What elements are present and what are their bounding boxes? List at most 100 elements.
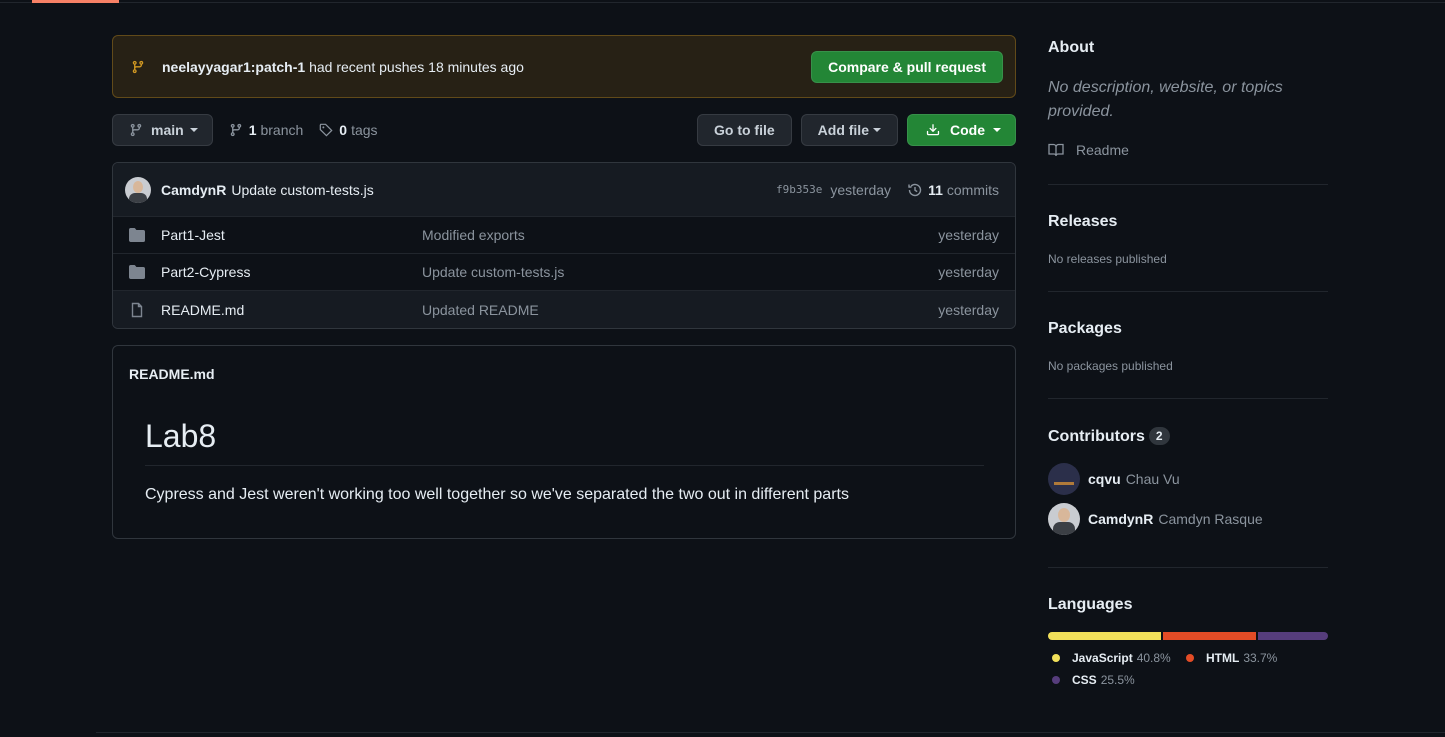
code-button[interactable]: Code: [907, 114, 1016, 146]
top-nav-underline: [0, 0, 1445, 3]
readme-file-title[interactable]: README.md: [129, 366, 215, 382]
branch-count: 1: [248, 122, 257, 138]
about-description: No description, website, or topics provi…: [1048, 79, 1283, 120]
file-row[interactable]: Part1-Jest Modified exports yesterday: [113, 217, 1015, 254]
file-date: yesterday: [938, 264, 999, 280]
compare-pull-request-button[interactable]: Compare & pull request: [811, 50, 1003, 83]
commit-count: 11: [928, 181, 943, 198]
latest-commit-row: CamdynR Update custom-tests.js f9b353e y…: [113, 163, 1015, 217]
commit-message[interactable]: Update custom-tests.js: [231, 182, 373, 198]
language-bar-segment: [1257, 632, 1328, 640]
file-commit-message[interactable]: Updated README: [422, 302, 539, 318]
file-name[interactable]: Part1-Jest: [161, 227, 422, 243]
banner-text: neelayyagar1:patch-1 had recent pushes 1…: [162, 59, 524, 75]
chevron-down-icon: [873, 128, 881, 132]
history-icon: [908, 183, 922, 196]
footer-divider: [96, 732, 1445, 733]
branch-label: branch: [260, 122, 304, 138]
recent-push-banner: neelayyagar1:patch-1 had recent pushes 1…: [112, 35, 1016, 98]
git-branch-icon: [130, 123, 142, 137]
book-icon: [1048, 143, 1064, 157]
file-row[interactable]: Part2-Cypress Update custom-tests.js yes…: [113, 254, 1015, 291]
chevron-down-icon: [189, 128, 198, 132]
commit-sha[interactable]: f9b353e: [776, 183, 822, 196]
file-listing: CamdynR Update custom-tests.js f9b353e y…: [112, 162, 1016, 329]
releases-text: No releases published: [1048, 252, 1167, 266]
file-name[interactable]: README.md: [161, 302, 422, 318]
folder-icon: [129, 265, 145, 279]
file-commit-message[interactable]: Update custom-tests.js: [422, 264, 564, 280]
go-to-file-button[interactable]: Go to file: [696, 114, 792, 146]
readme-heading: Lab8: [145, 418, 984, 466]
divider: [1048, 184, 1328, 185]
file-row[interactable]: README.md Updated README yesterday: [113, 291, 1015, 328]
language-name: CSS: [1072, 673, 1097, 687]
languages-title: Languages: [1048, 596, 1133, 613]
git-branch-icon: [132, 60, 144, 73]
avatar: [1048, 503, 1080, 535]
commit-time: yesterday: [830, 181, 892, 198]
branches-link[interactable]: 1 branch: [229, 122, 304, 138]
language-percent: 33.7%: [1243, 651, 1278, 665]
language-bar-segment: [1048, 632, 1161, 640]
contributor-login: cqvu: [1088, 471, 1121, 487]
contributor-login: CamdynR: [1088, 511, 1154, 527]
tag-count: 0: [339, 122, 348, 138]
tag-icon: [319, 123, 333, 137]
file-icon: [131, 302, 143, 317]
packages-text: No packages published: [1048, 359, 1173, 373]
language-percent: 25.5%: [1100, 673, 1135, 687]
repo-toolbar: main 1 branch 0 tags Go to file Add file C…: [112, 114, 1016, 146]
code-label: Code: [950, 122, 985, 138]
file-name[interactable]: Part2-Cypress: [161, 264, 422, 280]
add-file-label: Add file: [817, 122, 869, 138]
readme-body: Cypress and Jest weren't working too wel…: [145, 486, 849, 503]
banner-message: had recent pushes 18 minutes ago: [309, 58, 524, 75]
language-percent: 40.8%: [1136, 651, 1171, 665]
divider: [1048, 567, 1328, 568]
folder-icon: [129, 228, 145, 242]
contributor-name: Camdyn Rasque: [1158, 511, 1263, 527]
contributor-item[interactable]: CamdynR Camdyn Rasque: [1048, 503, 1263, 535]
language-dot: [1052, 654, 1060, 662]
language-bar: [1048, 632, 1328, 640]
releases-title[interactable]: Releases: [1048, 213, 1117, 231]
commit-author[interactable]: CamdynR: [161, 182, 226, 198]
file-date: yesterday: [938, 301, 999, 318]
packages-title[interactable]: Packages: [1048, 320, 1122, 338]
language-bar-segment: [1162, 632, 1256, 640]
commits-link[interactable]: 11 commits: [907, 182, 999, 198]
language-name: HTML: [1206, 651, 1240, 665]
git-branch-icon: [230, 123, 241, 137]
tags-link[interactable]: 0 tags: [319, 122, 378, 138]
readme-link[interactable]: Readme: [1048, 142, 1129, 158]
active-tab-indicator: [32, 0, 119, 3]
banner-branch-link[interactable]: neelayyagar1:patch-1: [162, 59, 305, 75]
language-item[interactable]: CSS 25.5%: [1052, 673, 1135, 687]
avatar: [1048, 463, 1080, 495]
file-commit-message[interactable]: Modified exports: [422, 227, 525, 243]
download-icon: [926, 124, 940, 136]
about-title: About: [1048, 39, 1095, 56]
language-name: JavaScript: [1072, 651, 1133, 665]
file-date: yesterday: [938, 227, 999, 243]
contributors-title: Contributors: [1048, 428, 1145, 445]
commit-count-label: commits: [946, 181, 999, 198]
language-dot: [1186, 654, 1194, 662]
chevron-down-icon: [993, 128, 1001, 132]
language-dot: [1052, 676, 1060, 684]
add-file-button[interactable]: Add file: [800, 114, 898, 146]
language-item[interactable]: HTML 33.7%: [1186, 651, 1277, 665]
contributor-item[interactable]: cqvu Chau Vu: [1048, 463, 1180, 495]
readme-panel: README.md Lab8 Cypress and Jest weren't …: [112, 345, 1016, 539]
divider: [1048, 398, 1328, 399]
divider: [1048, 291, 1328, 292]
tag-label: tags: [351, 122, 378, 138]
language-item[interactable]: JavaScript 40.8%: [1052, 651, 1171, 665]
readme-link-label: Readme: [1076, 142, 1129, 158]
branch-select-button[interactable]: main: [112, 114, 213, 146]
contributors-header[interactable]: Contributors 2: [1048, 427, 1170, 446]
avatar[interactable]: [125, 176, 151, 203]
branch-name: main: [151, 122, 184, 138]
contributors-count: 2: [1148, 427, 1170, 445]
